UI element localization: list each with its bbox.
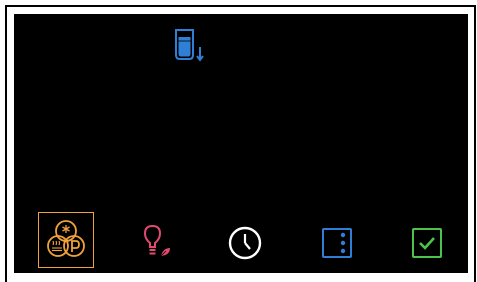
display-screen [14,14,468,273]
timer-button[interactable] [222,220,268,266]
menu-button[interactable] [314,220,360,266]
confirm-button[interactable] [404,220,450,266]
clock-icon [228,226,262,260]
multi-mode-icon [47,220,85,257]
frame-border-top [5,5,476,7]
lightbulb-icon [143,224,170,257]
vertical-dots-icon [322,228,352,258]
mode-button[interactable] [38,212,94,268]
light-button[interactable] [134,220,180,266]
water-tank-drain-icon [173,27,207,67]
frame-border-left [5,5,7,282]
frame-border-right [474,5,476,282]
device-frame [0,0,477,282]
checkmark-icon [412,228,442,258]
